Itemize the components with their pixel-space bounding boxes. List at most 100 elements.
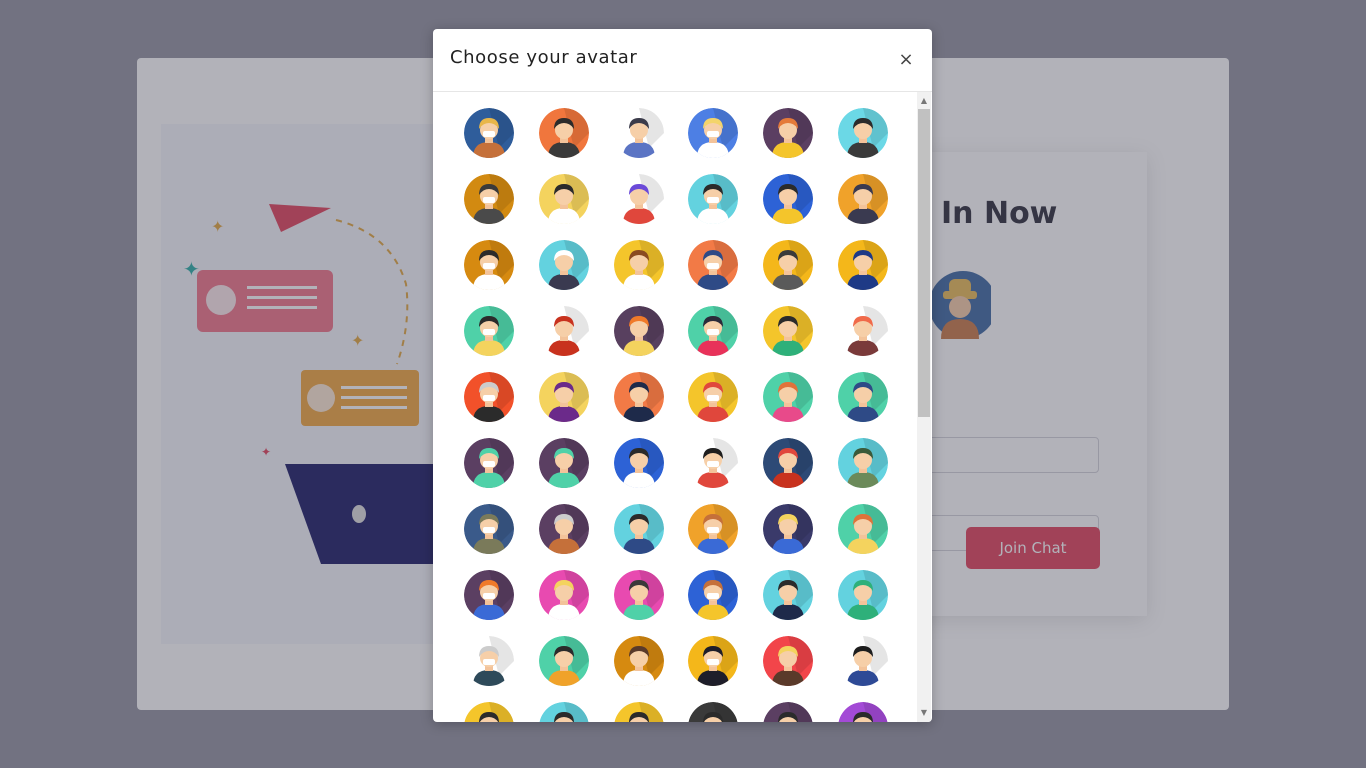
avatar-option[interactable] bbox=[538, 174, 589, 224]
avatar-option[interactable] bbox=[464, 240, 514, 290]
avatar-portrait-icon bbox=[464, 504, 514, 554]
avatar-option[interactable] bbox=[538, 108, 589, 158]
close-icon[interactable]: × bbox=[896, 47, 916, 71]
avatar-modal: Choose your avatar × ▲ ▼ bbox=[433, 29, 932, 722]
avatar-option[interactable] bbox=[688, 240, 739, 290]
avatar-option[interactable] bbox=[613, 636, 664, 686]
avatar-option[interactable] bbox=[539, 702, 589, 722]
avatar-option[interactable] bbox=[538, 504, 589, 554]
avatar-option[interactable] bbox=[763, 240, 814, 290]
avatar-option[interactable] bbox=[613, 174, 664, 224]
avatar-option[interactable] bbox=[688, 108, 739, 158]
avatar-option[interactable] bbox=[763, 438, 814, 488]
avatar-option[interactable] bbox=[688, 306, 739, 356]
avatar-portrait-icon bbox=[538, 438, 589, 488]
avatar-option[interactable] bbox=[837, 240, 888, 290]
avatar-option[interactable] bbox=[613, 438, 664, 488]
avatar-option[interactable] bbox=[837, 570, 888, 620]
avatar-portrait-icon bbox=[763, 504, 814, 554]
avatar-option[interactable] bbox=[464, 108, 514, 158]
avatar-option[interactable] bbox=[838, 702, 888, 722]
avatar-portrait-icon bbox=[837, 306, 888, 356]
avatar-portrait-icon bbox=[837, 636, 888, 686]
avatar-option[interactable] bbox=[613, 306, 664, 356]
avatar-portrait-icon bbox=[464, 240, 514, 290]
avatar-option[interactable] bbox=[763, 108, 814, 158]
avatar-option[interactable] bbox=[688, 504, 739, 554]
avatar-portrait-icon bbox=[538, 504, 589, 554]
avatar-option[interactable] bbox=[763, 372, 814, 422]
avatar-option[interactable] bbox=[613, 240, 664, 290]
avatar-portrait-icon bbox=[688, 108, 739, 158]
avatar-option[interactable] bbox=[464, 504, 514, 554]
avatar-option[interactable] bbox=[538, 306, 589, 356]
avatar-option[interactable] bbox=[613, 504, 664, 554]
avatar-option[interactable] bbox=[613, 570, 664, 620]
avatar-option[interactable] bbox=[464, 570, 514, 620]
avatar-portrait-icon bbox=[613, 240, 664, 290]
avatar-option[interactable] bbox=[763, 636, 814, 686]
avatar-option[interactable] bbox=[688, 702, 738, 722]
avatar-option[interactable] bbox=[614, 702, 664, 722]
avatar-option[interactable] bbox=[613, 372, 664, 422]
avatar-option[interactable] bbox=[688, 372, 739, 422]
scrollbar[interactable]: ▲ ▼ bbox=[917, 92, 931, 722]
avatar-portrait-icon bbox=[538, 306, 589, 356]
avatar-portrait-icon bbox=[613, 570, 664, 620]
avatar-portrait-icon bbox=[837, 372, 888, 422]
avatar-portrait-icon bbox=[688, 438, 739, 488]
avatar-portrait-icon bbox=[464, 306, 514, 356]
avatar-portrait-icon bbox=[538, 240, 589, 290]
scroll-down-arrow-icon[interactable]: ▼ bbox=[917, 706, 931, 720]
avatar-portrait-icon bbox=[837, 108, 888, 158]
avatar-option[interactable] bbox=[464, 306, 514, 356]
avatar-portrait-icon bbox=[464, 174, 514, 224]
avatar-portrait-icon bbox=[763, 174, 814, 224]
avatar-portrait-icon bbox=[464, 570, 514, 620]
avatar-option[interactable] bbox=[688, 438, 739, 488]
avatar-portrait-icon bbox=[613, 174, 664, 224]
avatar-option[interactable] bbox=[837, 636, 888, 686]
avatar-option[interactable] bbox=[688, 174, 739, 224]
avatar-option[interactable] bbox=[538, 438, 589, 488]
scroll-thumb[interactable] bbox=[918, 109, 930, 417]
avatar-portrait-icon bbox=[614, 702, 664, 722]
avatar-option[interactable] bbox=[837, 108, 888, 158]
avatar-option[interactable] bbox=[763, 702, 813, 722]
avatar-option[interactable] bbox=[837, 174, 888, 224]
avatar-option[interactable] bbox=[763, 306, 814, 356]
avatar-option[interactable] bbox=[464, 438, 514, 488]
avatar-option[interactable] bbox=[613, 108, 664, 158]
avatar-option[interactable] bbox=[688, 570, 739, 620]
avatar-portrait-icon bbox=[763, 636, 814, 686]
avatar-option[interactable] bbox=[763, 570, 814, 620]
avatar-option[interactable] bbox=[464, 174, 514, 224]
avatar-option[interactable] bbox=[538, 372, 589, 422]
avatar-option[interactable] bbox=[837, 306, 888, 356]
avatar-option[interactable] bbox=[464, 702, 514, 722]
avatar-option[interactable] bbox=[538, 570, 589, 620]
avatar-option[interactable] bbox=[763, 504, 814, 554]
avatar-portrait-icon bbox=[837, 504, 888, 554]
avatar-option[interactable] bbox=[837, 438, 888, 488]
avatar-option[interactable] bbox=[688, 636, 739, 686]
avatar-portrait-icon bbox=[763, 438, 814, 488]
avatar-portrait-icon bbox=[688, 174, 739, 224]
avatar-portrait-icon bbox=[837, 240, 888, 290]
avatar-portrait-icon bbox=[538, 636, 589, 686]
avatar-option[interactable] bbox=[837, 504, 888, 554]
avatar-option[interactable] bbox=[837, 372, 888, 422]
avatar-option[interactable] bbox=[464, 372, 514, 422]
avatar-portrait-icon bbox=[688, 636, 739, 686]
avatar-portrait-icon bbox=[464, 372, 514, 422]
avatar-portrait-icon bbox=[464, 702, 514, 722]
avatar-option[interactable] bbox=[464, 636, 514, 686]
avatar-portrait-icon bbox=[837, 438, 888, 488]
avatar-portrait-icon bbox=[763, 702, 813, 722]
avatar-portrait-icon bbox=[613, 108, 664, 158]
modal-title: Choose your avatar bbox=[450, 47, 638, 68]
scroll-up-arrow-icon[interactable]: ▲ bbox=[917, 94, 931, 108]
avatar-option[interactable] bbox=[538, 240, 589, 290]
avatar-option[interactable] bbox=[763, 174, 814, 224]
avatar-option[interactable] bbox=[538, 636, 589, 686]
